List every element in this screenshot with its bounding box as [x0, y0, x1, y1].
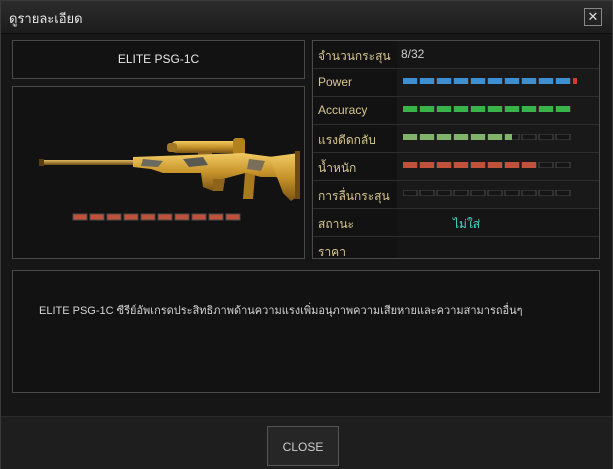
- title-bar: ดูรายละเอียด ✕: [1, 1, 612, 34]
- stat-segment-fill: [556, 78, 570, 84]
- stat-segment-fill: [437, 162, 451, 168]
- level-segment: [89, 213, 105, 221]
- stat-segment: [521, 190, 537, 196]
- stat-segment-fill: [505, 106, 519, 112]
- level-segment: [225, 213, 241, 221]
- stat-segment-fill: [505, 78, 519, 84]
- stat-segment: [436, 190, 452, 196]
- stat-segment: [521, 134, 537, 140]
- stat-label-price: ราคา: [318, 245, 346, 259]
- stat-segment-fill: [403, 106, 417, 112]
- stat-segment-fill: [420, 106, 434, 112]
- recoil-bar: [403, 134, 571, 140]
- stat-segment-fill: [420, 134, 434, 140]
- level-segment: [72, 213, 88, 221]
- stat-segment-fill: [488, 134, 502, 140]
- stat-segment-fill: [437, 78, 451, 84]
- stat-row-power: Power: [313, 69, 599, 97]
- stat-label-power: Power: [318, 75, 353, 89]
- stat-segment: [555, 190, 571, 196]
- stat-segment: [538, 162, 554, 168]
- item-name-panel: ELITE PSG-1C: [12, 40, 305, 79]
- stat-segment-fill: [522, 162, 536, 168]
- stat-segment-fill: [505, 134, 512, 140]
- stat-segment-fill: [403, 78, 417, 84]
- stat-segment-fill: [471, 106, 485, 112]
- stat-segment: [453, 190, 469, 196]
- stat-row-ammo-slip: การลื่นกระสุน: [313, 181, 599, 209]
- stat-segment-fill: [403, 162, 417, 168]
- stat-segment-fill: [454, 134, 468, 140]
- level-segment: [140, 213, 156, 221]
- window-title: ดูรายละเอียด: [9, 12, 83, 27]
- stat-segment: [504, 190, 520, 196]
- weight-bar: [403, 162, 571, 168]
- stat-row-weight: น้ำหนัก: [313, 153, 599, 181]
- item-name: ELITE PSG-1C: [117, 52, 200, 66]
- stat-segment-fill: [505, 162, 519, 168]
- stat-segment: [470, 190, 486, 196]
- stat-label-accuracy: Accuracy: [318, 103, 368, 117]
- accuracy-bar: [403, 106, 571, 112]
- close-button[interactable]: CLOSE: [267, 426, 339, 466]
- stat-segment-fill: [420, 162, 434, 168]
- stat-segment: [555, 162, 571, 168]
- stat-segment-fill: [488, 106, 502, 112]
- stat-label-recoil: แรงดีดกลับ: [318, 133, 376, 147]
- level-segment: [191, 213, 207, 221]
- stat-label-weight: น้ำหนัก: [318, 161, 357, 175]
- stat-segment-fill: [556, 106, 570, 112]
- stat-segment-fill: [437, 106, 451, 112]
- stat-segment: [538, 134, 554, 140]
- stat-segment-fill: [522, 78, 536, 84]
- ammo-slip-bar: [403, 190, 571, 196]
- stat-label-ammo-slip: การลื่นกระสุน: [318, 189, 390, 203]
- description-panel: ELITE PSG-1C ซีรีย์อัพเกรดประสิทธิภาพด้า…: [12, 270, 600, 393]
- stat-row-accuracy: Accuracy: [313, 97, 599, 125]
- stat-segment-fill: [471, 134, 485, 140]
- item-image-panel: [12, 86, 305, 259]
- stat-segment-fill: [539, 106, 553, 112]
- level-segment: [123, 213, 139, 221]
- stat-segment-fill: [488, 162, 502, 168]
- stat-row-status: สถานะ ไม่ใส่: [313, 209, 599, 237]
- stat-segment: [403, 190, 418, 196]
- ammo-value: 8/32: [401, 47, 425, 61]
- stat-label-ammo: จำนวนกระสุน: [318, 49, 391, 63]
- level-segment: [157, 213, 173, 221]
- stat-segment: [538, 190, 554, 196]
- stat-segment: [487, 190, 503, 196]
- close-icon[interactable]: ✕: [584, 8, 602, 26]
- footer: CLOSE: [1, 416, 612, 469]
- stats-panel: จำนวนกระสุน 8/32 Power Accuracy แรงดีดกล…: [312, 40, 600, 259]
- item-details-window: ดูรายละเอียด ✕ ELITE PSG-1C จำนวนกระสุน …: [0, 0, 613, 469]
- stat-segment-fill: [454, 106, 468, 112]
- stat-segment-fill: [403, 134, 417, 140]
- stat-row-ammo: จำนวนกระสุน 8/32: [313, 41, 599, 69]
- stat-row-price: ราคา: [313, 237, 599, 259]
- status-value: ไม่ใส่: [453, 217, 481, 231]
- stat-row-recoil: แรงดีดกลับ: [313, 125, 599, 153]
- sniper-rifle-image: [39, 138, 300, 221]
- stat-label-status: สถานะ: [318, 217, 354, 231]
- stat-segment-fill: [488, 78, 502, 84]
- stat-segment-fill: [454, 78, 468, 84]
- level-segment: [106, 213, 122, 221]
- stat-segment-fill: [522, 106, 536, 112]
- item-description: ELITE PSG-1C ซีรีย์อัพเกรดประสิทธิภาพด้า…: [39, 305, 523, 317]
- stat-segment-fill: [471, 162, 485, 168]
- item-level-bar: [72, 213, 241, 221]
- stat-segment-fill: [420, 78, 434, 84]
- stat-segment-fill: [539, 78, 553, 84]
- level-segment: [208, 213, 224, 221]
- stat-segment: [555, 134, 571, 140]
- stat-segment-fill: [454, 162, 468, 168]
- stat-bonus-tip: [573, 78, 577, 84]
- stat-segment: [419, 190, 435, 196]
- power-bar: [403, 78, 577, 84]
- level-segment: [174, 213, 190, 221]
- stat-segment-fill: [471, 78, 485, 84]
- stat-segment-fill: [437, 134, 451, 140]
